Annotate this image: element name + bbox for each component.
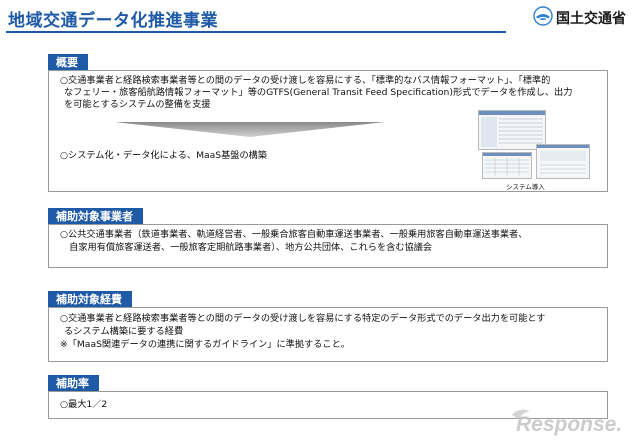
- mlit-logo-icon: [533, 6, 553, 26]
- section-heading-eligible-costs: 補助対象経費: [48, 291, 132, 307]
- overview-line-1: ○交通事業者と経路検索事業者等との間のデータの受け渡しを容易にする、「標準的なバ…: [60, 75, 551, 86]
- section-heading-subsidy-rate: 補助率: [48, 375, 99, 391]
- overview-line-4: ○システム化・データ化による、MaaS基盤の構築: [60, 150, 268, 161]
- flow-arrow-icon: [115, 122, 385, 137]
- eligible-operators-line-2: 自家用有償旅客運送者、一般旅客定期航路事業者）、地方公共団体、これらを含む協議会: [60, 242, 433, 253]
- org-name: 国土交通省: [556, 11, 626, 27]
- system-image-caption: システム導入: [506, 183, 545, 191]
- section-heading-overview: 概要: [48, 54, 88, 70]
- system-screenshot-3: [536, 144, 590, 179]
- eligible-operators-line-1: ○公共交通事業者（鉄道事業者、軌道経営者、一般乗合旅客自動車運送事業者、一般乗用…: [60, 229, 528, 240]
- system-screenshots: システム導入: [478, 110, 590, 191]
- page-header: 地域交通データ化推進事業 国土交通省: [0, 0, 640, 36]
- subsidy-rate-value: ○最大1／2: [60, 399, 108, 410]
- section-heading-eligible-operators: 補助対象事業者: [48, 208, 143, 224]
- overview-line-2: なフェリー・旅客船航路情報フォーマット」等のGTFS(General Trans…: [64, 87, 573, 98]
- org-logo: 国土交通省: [533, 6, 637, 30]
- eligible-costs-note: ※「MaaS関連データの連携に関するガイドライン」に準拠すること。: [60, 339, 350, 350]
- system-screenshot-2: [482, 152, 532, 179]
- eligible-costs-line-1: ○交通事業者と経路検索事業者等との間のデータの受け渡しを容易にする特定のデータ形…: [60, 313, 546, 324]
- eligible-costs-line-2: るシステム構築に要する経費: [64, 326, 184, 337]
- page-title: 地域交通データ化推進事業: [8, 11, 218, 31]
- header-divider: [6, 31, 506, 33]
- svg-text:Response.: Response.: [516, 413, 622, 436]
- response-watermark: Response.: [512, 409, 622, 436]
